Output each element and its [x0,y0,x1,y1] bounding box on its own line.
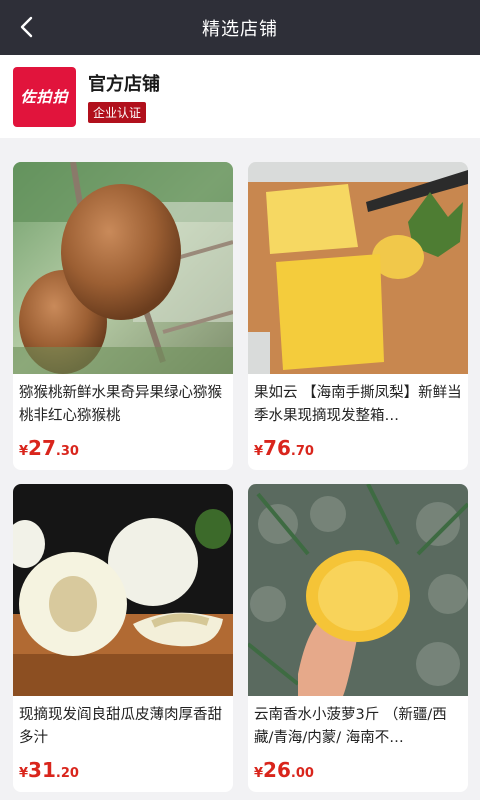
product-price: ¥27.30 [19,436,79,460]
product-card[interactable]: 猕猴桃新鲜水果奇异果绿心猕猴桃非红心猕猴桃 ¥27.30 [13,162,233,470]
product-card[interactable]: 果如云 【海南手撕凤梨】新鲜当季水果现摘现发整箱… ¥76.70 [248,162,468,470]
product-title: 云南香水小菠萝3斤 （新疆/西藏/青海/内蒙/ 海南不… [254,707,447,746]
product-price: ¥76.70 [254,436,314,460]
chevron-left-icon [20,16,33,38]
product-price: ¥26.00 [254,758,314,782]
product-image-melon[interactable] [13,484,233,696]
shop-header[interactable]: 佐拍拍 官方店铺 企业认证 [0,55,480,138]
product-grid: 猕猴桃新鲜水果奇异果绿心猕猴桃非红心猕猴桃 ¥27.30 果如云 【海南手撕凤梨… [13,162,469,792]
product-card[interactable]: 现摘现发阎良甜瓜皮薄肉厚香甜多汁 ¥31.20 [13,484,233,792]
product-title: 果如云 【海南手撕凤梨】新鲜当季水果现摘现发整箱… [254,385,462,424]
product-card[interactable]: 云南香水小菠萝3斤 （新疆/西藏/青海/内蒙/ 海南不… ¥26.00 [248,484,468,792]
product-price: ¥31.20 [19,758,79,782]
back-button[interactable] [10,10,44,44]
product-image-kiwi[interactable] [13,162,233,374]
product-title: 现摘现发阎良甜瓜皮薄肉厚香甜多汁 [19,707,222,746]
product-title: 猕猴桃新鲜水果奇异果绿心猕猴桃非红心猕猴桃 [19,385,222,424]
product-image-pineapple-cut[interactable] [248,162,468,374]
page-title: 精选店铺 [202,18,278,40]
product-image-small-pineapple[interactable] [248,484,468,696]
shop-info: 官方店铺 企业认证 [88,70,160,123]
verification-badge: 企业认证 [88,102,147,123]
shop-logo: 佐拍拍 [13,66,76,127]
shop-name: 官方店铺 [88,74,160,95]
top-navigation-bar: 精选店铺 [0,0,480,55]
